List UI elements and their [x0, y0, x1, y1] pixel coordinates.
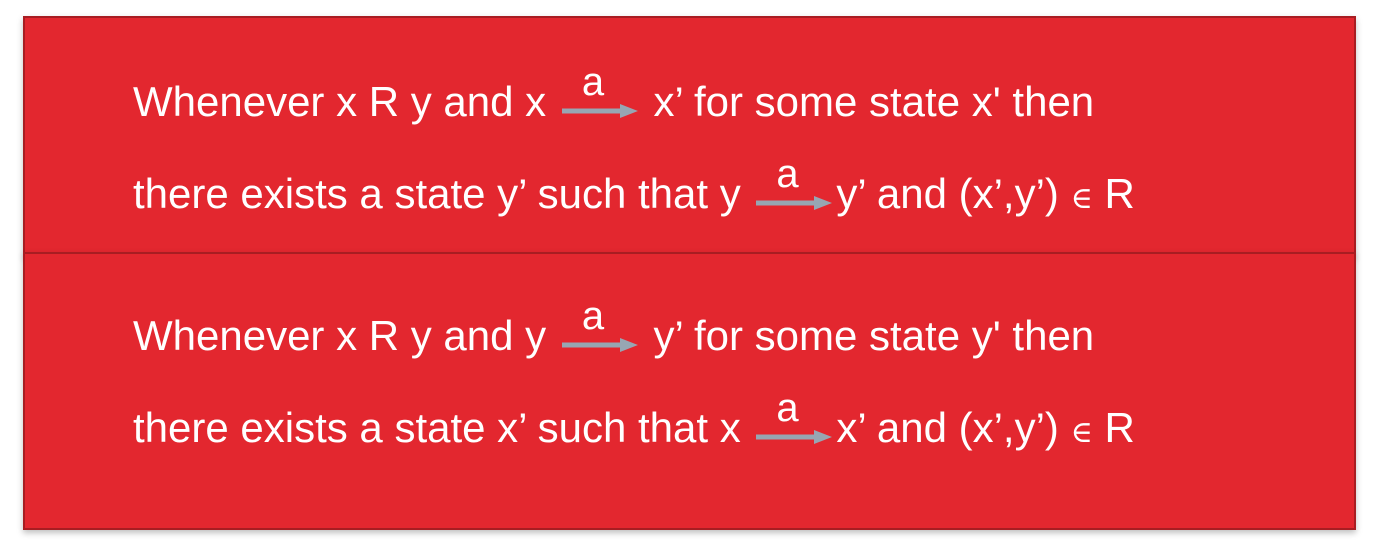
transition-label: a — [776, 386, 799, 430]
relation-symbol: R — [1092, 170, 1135, 217]
transition-arrow: a — [752, 152, 836, 218]
transition-label: a — [581, 60, 605, 104]
line-prefix-text: Whenever x R y and y — [133, 312, 558, 359]
element-of-symbol: ∈ — [1070, 415, 1093, 450]
transition-label: a — [581, 294, 605, 338]
forward-condition-box: Whenever x R y and x a x’ for some state… — [23, 16, 1356, 256]
line-suffix-text: y’ and (x’,y’) — [836, 170, 1071, 217]
line-prefix-text: there exists a state y’ such that y — [133, 170, 753, 217]
transition-arrow: a — [752, 386, 836, 452]
element-of-symbol: ∈ — [1070, 181, 1093, 216]
arrow-right-icon — [561, 338, 638, 352]
arrow-right-icon — [561, 104, 638, 118]
transition-label: a — [776, 152, 799, 196]
backward-condition-line-2: there exists a state x’ such that x a x’ … — [133, 386, 1135, 457]
relation-symbol: R — [1092, 404, 1135, 451]
arrow-right-icon — [756, 196, 833, 210]
transition-arrow: a — [558, 294, 642, 360]
arrow-right-icon — [756, 430, 833, 444]
backward-condition-box: Whenever x R y and y a y’ for some state… — [23, 252, 1356, 530]
line-prefix-text: there exists a state x’ such that x — [133, 404, 753, 451]
line-suffix-text: y’ for some state y' then — [641, 312, 1095, 359]
backward-condition-line-1: Whenever x R y and y a y’ for some state… — [133, 294, 1095, 360]
forward-condition-line-1: Whenever x R y and x a x’ for some state… — [133, 60, 1095, 126]
line-suffix-text: x’ and (x’,y’) — [836, 404, 1071, 451]
forward-condition-line-2: there exists a state y’ such that y a y’ … — [133, 152, 1135, 223]
line-suffix-text: x’ for some state x' then — [641, 78, 1095, 125]
line-prefix-text: Whenever x R y and x — [133, 78, 558, 125]
transition-arrow: a — [558, 60, 642, 126]
